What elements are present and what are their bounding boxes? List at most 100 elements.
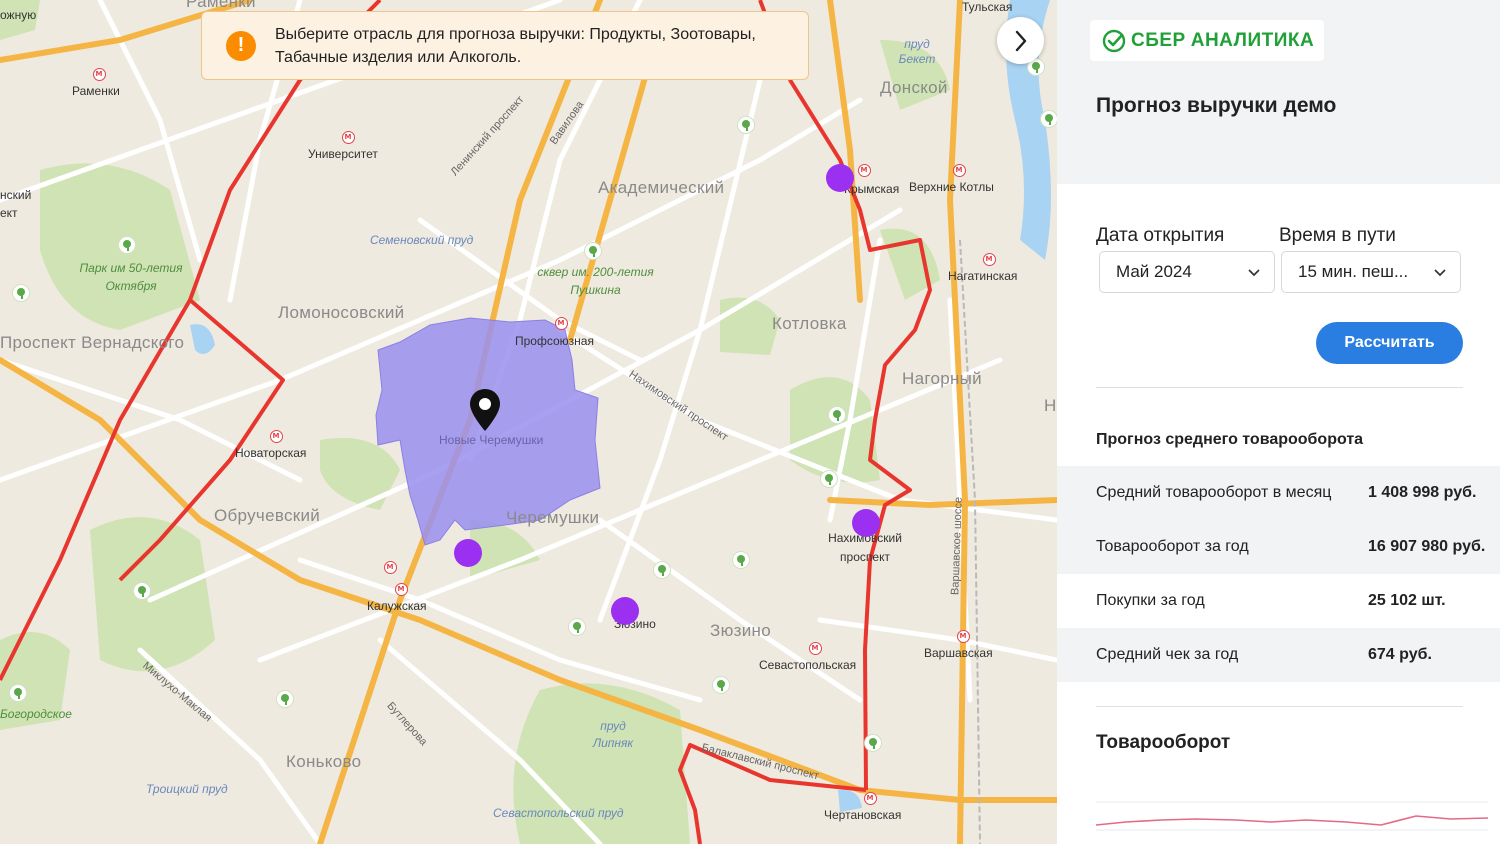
park-label: Парк им 50-летия Октября	[79, 261, 183, 293]
open-date-value: Май 2024	[1116, 262, 1192, 281]
metro-icon	[983, 253, 996, 266]
metro-label[interactable]: Нагатинская	[948, 269, 1017, 283]
edge-label: ект	[0, 206, 18, 220]
open-date-select[interactable]: Май 2024	[1099, 251, 1275, 293]
metro-label[interactable]: Профсоюзная	[515, 334, 594, 348]
metric-value: 1 408 998 руб.	[1368, 484, 1477, 501]
metric-label: Товарооборот за год	[1096, 538, 1249, 555]
park-icon	[712, 676, 730, 694]
travel-time-select[interactable]: 15 мин. пеш...	[1281, 251, 1461, 293]
metric-row: Средний товарооборот в месяц 1 408 998 р…	[1057, 466, 1500, 520]
park-label: сквер им. 200-летия Пушкина	[537, 265, 654, 297]
water-label: пруд Бекет	[898, 37, 936, 66]
park-label: Богородское	[0, 707, 72, 721]
park-icon	[584, 242, 602, 260]
metro-label[interactable]: Чертановская	[824, 808, 901, 822]
metro-icon	[858, 164, 871, 177]
park-icon	[276, 690, 294, 708]
metro-label[interactable]: Раменки	[72, 84, 120, 98]
district-label: Обручевский	[214, 506, 321, 525]
metric-value: 674 руб.	[1368, 646, 1432, 663]
district-label: Академический	[598, 178, 725, 197]
calculate-button[interactable]: Рассчитать	[1316, 322, 1463, 364]
water-label: Севастопольский пруд	[493, 806, 624, 820]
district-label: Ломоносовский	[278, 303, 405, 322]
park-icon	[133, 582, 151, 600]
logo-text: АНАЛИТИКА	[1190, 29, 1315, 51]
metro-label[interactable]: Тульская	[962, 0, 1012, 14]
turnover-chart-title: Товарооборот	[1096, 732, 1231, 753]
metric-value: 16 907 980 руб.	[1368, 538, 1486, 555]
park-icon	[9, 684, 27, 702]
industry-alert: ! Выберите отрасль для прогноза выручки:…	[201, 11, 809, 80]
metric-label: Покупки за год	[1096, 592, 1205, 609]
sber-logo-icon	[1102, 29, 1126, 52]
competitor-point[interactable]	[454, 539, 482, 567]
open-date-label: Дата открытия	[1096, 225, 1225, 246]
metric-row: Покупки за год 25 102 шт.	[1057, 574, 1500, 628]
park-icon	[828, 406, 846, 424]
competitor-point[interactable]	[611, 597, 639, 625]
sber-analytics-logo: СБЕР АНАЛИТИКА	[1090, 20, 1324, 61]
metro-label[interactable]: Севастопольская	[759, 658, 856, 672]
water-label: Троицкий пруд	[146, 782, 228, 796]
metro-label[interactable]: Новаторская	[235, 446, 306, 460]
turnover-chart[interactable]	[1096, 800, 1488, 844]
metrics-table: Средний товарооборот в месяц 1 408 998 р…	[1057, 466, 1500, 682]
metro-icon	[555, 317, 568, 330]
park-icon	[118, 236, 136, 254]
collapse-panel-button[interactable]	[997, 17, 1044, 64]
chevron-right-icon	[1015, 30, 1026, 51]
map-view[interactable]: Академический Ломоносовский Проспект Вер…	[0, 0, 1057, 844]
district-label: Черемушки	[506, 508, 600, 527]
district-label: Донской	[880, 78, 948, 97]
metro-label[interactable]: Верхние Котлы	[909, 180, 994, 194]
park-icon	[1040, 110, 1057, 128]
metro-icon	[342, 131, 355, 144]
metric-label: Средний товарооборот в месяц	[1096, 484, 1332, 501]
district-label: Зюзино	[710, 621, 771, 640]
metro-icon	[953, 164, 966, 177]
district-label: Котловка	[772, 314, 847, 333]
edge-label: нский	[0, 188, 32, 202]
park-icon	[653, 561, 671, 579]
park-icon	[864, 734, 882, 752]
metro-label[interactable]: Университет	[308, 147, 378, 161]
chevron-down-icon	[1248, 269, 1260, 277]
water-label: пруд Липняк	[592, 719, 634, 750]
park-icon	[737, 116, 755, 134]
panel-header: СБЕР АНАЛИТИКА Прогноз выручки демо	[1057, 0, 1500, 184]
metro-label[interactable]: Варшавская	[924, 646, 993, 660]
alert-text: Выберите отрасль для прогноза выручки: П…	[275, 25, 756, 66]
metro-icon	[809, 642, 822, 655]
metro-icon	[864, 792, 877, 805]
travel-time-value: 15 мин. пеш...	[1298, 262, 1409, 281]
park-icon	[12, 284, 30, 302]
district-label: Проспект Вернадского	[0, 333, 185, 352]
metro-icon	[395, 583, 408, 596]
edge-label: Н	[1044, 396, 1057, 415]
district-label: Коньково	[286, 752, 362, 771]
water-label: Семеновский пруд	[370, 233, 474, 247]
panel-title: Прогноз выручки демо	[1096, 94, 1337, 117]
edge-label: ожную	[0, 8, 37, 22]
turnover-line	[1096, 815, 1488, 826]
metric-row: Товарооборот за год 16 907 980 руб.	[1057, 520, 1500, 574]
forecast-panel: СБЕР АНАЛИТИКА Прогноз выручки демо Дата…	[1057, 0, 1500, 844]
metro-label[interactable]: Новые Черемушки	[439, 433, 543, 447]
metro-label[interactable]: Калужская	[367, 599, 427, 613]
travel-time-label: Время в пути	[1279, 225, 1396, 246]
location-pin-icon[interactable]	[467, 387, 503, 435]
divider	[1096, 706, 1463, 707]
metric-row: Средний чек за год 674 руб.	[1057, 628, 1500, 682]
metric-value: 25 102 шт.	[1368, 592, 1446, 609]
competitor-point[interactable]	[852, 509, 880, 537]
park-icon	[732, 551, 750, 569]
metro-icon	[93, 68, 106, 81]
map-canvas[interactable]	[0, 0, 1057, 844]
competitor-point[interactable]	[826, 164, 854, 192]
metro-icon	[957, 630, 970, 643]
park-icon	[820, 470, 838, 488]
metro-icon	[270, 430, 283, 443]
warning-icon: !	[226, 30, 256, 61]
